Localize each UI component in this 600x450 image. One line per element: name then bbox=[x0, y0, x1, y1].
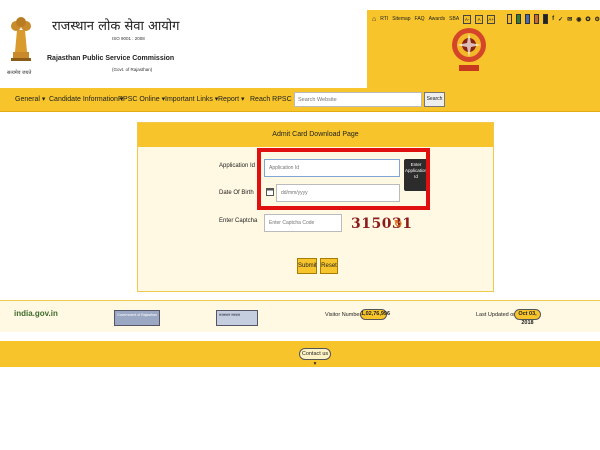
accessibility-icon[interactable]: ✪ bbox=[585, 16, 590, 23]
captcha-label: Enter Captcha bbox=[219, 218, 258, 224]
search-input[interactable] bbox=[294, 92, 422, 107]
twitter-icon[interactable]: ✓ bbox=[558, 16, 563, 23]
search-button[interactable]: Search bbox=[424, 92, 445, 107]
theme-color-4[interactable] bbox=[534, 14, 540, 24]
refresh-captcha-icon[interactable]: ↻ bbox=[394, 219, 404, 231]
nav-candidate-information[interactable]: Candidate Information ▾ bbox=[49, 95, 123, 103]
link-rti[interactable]: RTI bbox=[380, 16, 388, 22]
theme-color-2[interactable] bbox=[516, 14, 522, 24]
rss-icon[interactable]: ◉ bbox=[576, 16, 581, 23]
india-gov-logo[interactable]: india.gov.in bbox=[14, 309, 60, 325]
facebook-icon[interactable]: f bbox=[552, 16, 554, 22]
govt-label: (Govt. of Rajasthan) bbox=[112, 67, 153, 72]
rajasthan-sarkar-logo[interactable]: राजस्थान सरकार bbox=[216, 310, 258, 326]
captcha-image: 315031 bbox=[351, 216, 413, 232]
rajasthan-govt-logo[interactable]: Government of Rajasthan bbox=[114, 310, 160, 326]
highlight-annotation bbox=[257, 148, 430, 210]
email-icon[interactable]: ✉ bbox=[567, 16, 572, 23]
last-updated-label: Last Updated on : bbox=[476, 312, 520, 318]
font-normal-button[interactable]: A bbox=[475, 14, 484, 24]
nav-general[interactable]: General ▾ bbox=[15, 95, 45, 103]
dob-label: Date Of Birth bbox=[219, 190, 254, 196]
font-decrease-button[interactable]: A- bbox=[463, 14, 472, 24]
captcha-input[interactable] bbox=[264, 214, 342, 232]
nav-rpsc-online[interactable]: RPSC Online ▾ bbox=[118, 95, 165, 103]
font-increase-button[interactable]: A+ bbox=[487, 14, 496, 24]
rpsc-seal-icon bbox=[452, 28, 486, 71]
link-faq[interactable]: FAQ bbox=[415, 16, 425, 22]
link-awards[interactable]: Awards bbox=[429, 16, 446, 22]
hindi-title: राजस्थान लोक सेवा आयोग bbox=[52, 19, 180, 34]
home-icon[interactable]: ⌂ bbox=[372, 16, 376, 23]
contact-us-button[interactable]: Contact us ▾ bbox=[299, 348, 331, 367]
theme-color-3[interactable] bbox=[525, 14, 531, 24]
last-updated-date: Oct 03, 2018 bbox=[514, 309, 541, 326]
visitor-count: 1,02,76,996 bbox=[360, 309, 390, 320]
iso-label: ISO 9001 : 2008 bbox=[112, 36, 145, 41]
theme-color-1[interactable] bbox=[507, 14, 513, 24]
theme-color-5[interactable] bbox=[543, 14, 549, 24]
visitor-label: Visitor Number : bbox=[325, 312, 365, 318]
nav-important-links[interactable]: Important Links ▾ bbox=[165, 95, 218, 103]
top-utility-bar: ⌂ RTI Sitemap FAQ Awards SBA A- A A+ f ✓… bbox=[372, 14, 600, 24]
link-sba[interactable]: SBA bbox=[449, 16, 459, 22]
panel-heading: Admit Card Download Page bbox=[138, 123, 493, 147]
application-id-label: Application Id bbox=[219, 163, 256, 169]
link-sitemap[interactable]: Sitemap bbox=[392, 16, 410, 22]
reset-button[interactable]: Reset bbox=[320, 258, 338, 274]
submit-button[interactable]: Submit bbox=[297, 258, 317, 274]
site-title: Rajasthan Public Service Commission bbox=[47, 55, 175, 62]
nav-report[interactable]: Report ▾ bbox=[218, 95, 244, 103]
emblem-caption: सत्यमेव जयते bbox=[7, 70, 32, 76]
national-emblem-icon bbox=[11, 17, 31, 61]
settings-icon[interactable]: ⚙ bbox=[595, 16, 600, 23]
nav-reach-rpsc[interactable]: Reach RPSC ▾ bbox=[250, 95, 297, 103]
